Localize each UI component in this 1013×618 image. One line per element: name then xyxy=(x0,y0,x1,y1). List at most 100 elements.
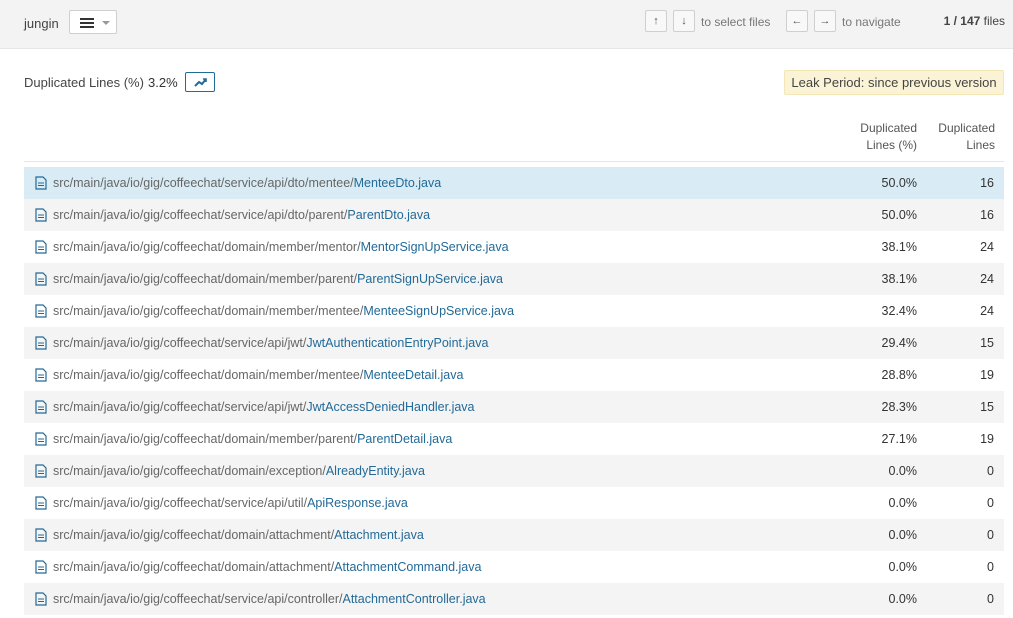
duplicated-lines-pct: 38.1% xyxy=(881,272,917,286)
file-directory: src/main/java/io/gig/coffeechat/domain/m… xyxy=(53,304,364,318)
duplicated-lines-count: 0 xyxy=(987,592,994,606)
duplicated-lines-count: 0 xyxy=(987,560,994,574)
chevron-down-icon xyxy=(102,21,110,25)
column-header-duplicated-lines: Duplicated Lines xyxy=(915,120,995,154)
table-row[interactable]: src/main/java/io/gig/coffeechat/service/… xyxy=(24,327,1004,359)
table-row[interactable]: src/main/java/io/gig/coffeechat/domain/m… xyxy=(24,423,1004,455)
table-row[interactable]: src/main/java/io/gig/coffeechat/domain/e… xyxy=(24,455,1004,487)
table-row[interactable]: src/main/java/io/gig/coffeechat/domain/a… xyxy=(24,551,1004,583)
history-trend-button[interactable] xyxy=(185,72,215,92)
duplicated-lines-pct: 50.0% xyxy=(881,176,917,190)
file-icon xyxy=(35,336,47,350)
file-directory: src/main/java/io/gig/coffeechat/service/… xyxy=(53,176,354,190)
table-row[interactable]: src/main/java/io/gig/coffeechat/service/… xyxy=(24,487,1004,519)
duplicated-lines-pct: 28.8% xyxy=(881,368,917,382)
trend-chart-icon xyxy=(194,78,207,87)
file-name-link[interactable]: MentorSignUpService.java xyxy=(361,240,509,254)
file-name-link[interactable]: JwtAccessDeniedHandler.java xyxy=(306,400,474,414)
file-directory: src/main/java/io/gig/coffeechat/domain/a… xyxy=(53,528,335,542)
file-name-link[interactable]: AttachmentController.java xyxy=(343,592,486,606)
file-path[interactable]: src/main/java/io/gig/coffeechat/service/… xyxy=(53,583,486,615)
file-path[interactable]: src/main/java/io/gig/coffeechat/service/… xyxy=(53,199,430,231)
file-name-link[interactable]: ApiResponse.java xyxy=(307,496,408,510)
file-directory: src/main/java/io/gig/coffeechat/service/… xyxy=(53,400,307,414)
file-path[interactable]: src/main/java/io/gig/coffeechat/service/… xyxy=(53,327,488,359)
duplicated-lines-pct: 0.0% xyxy=(888,528,918,542)
file-path[interactable]: src/main/java/io/gig/coffeechat/service/… xyxy=(53,167,441,199)
table-row[interactable]: src/main/java/io/gig/coffeechat/domain/m… xyxy=(24,295,1004,327)
arrow-down-key[interactable]: ↓ xyxy=(673,10,695,32)
duplicated-lines-count: 24 xyxy=(980,240,994,254)
column-header-line: Duplicated xyxy=(938,121,995,135)
file-name-link[interactable]: JwtAuthenticationEntryPoint.java xyxy=(306,336,488,350)
file-icon xyxy=(35,400,47,414)
file-directory: src/main/java/io/gig/coffeechat/domain/m… xyxy=(53,240,361,254)
files-counter: 1 / 147 files xyxy=(944,14,1005,28)
file-path[interactable]: src/main/java/io/gig/coffeechat/domain/m… xyxy=(53,423,452,455)
file-icon xyxy=(35,368,47,382)
file-name-link[interactable]: AttachmentCommand.java xyxy=(334,560,481,574)
duplicated-lines-count: 15 xyxy=(980,336,994,350)
duplicated-lines-pct: 0.0% xyxy=(888,592,918,606)
file-directory: src/main/java/io/gig/coffeechat/service/… xyxy=(53,336,307,350)
column-header-line: Lines xyxy=(966,138,995,152)
project-name[interactable]: jungin xyxy=(24,16,59,31)
table-row[interactable]: src/main/java/io/gig/coffeechat/service/… xyxy=(24,199,1004,231)
top-bar: jungin ↑ ↓ to select files ← → to naviga… xyxy=(0,0,1013,49)
file-name-link[interactable]: MenteeSignUpService.java xyxy=(363,304,514,318)
column-header-line: Lines (%) xyxy=(866,138,917,152)
duplicated-lines-count: 0 xyxy=(987,464,994,478)
file-directory: src/main/java/io/gig/coffeechat/service/… xyxy=(53,496,308,510)
file-directory: src/main/java/io/gig/coffeechat/domain/e… xyxy=(53,464,326,478)
table-row[interactable]: src/main/java/io/gig/coffeechat/service/… xyxy=(24,167,1004,199)
file-path[interactable]: src/main/java/io/gig/coffeechat/service/… xyxy=(53,391,475,423)
file-name-link[interactable]: ParentDetail.java xyxy=(357,432,452,446)
duplicated-lines-pct: 29.4% xyxy=(881,336,917,350)
column-header-line: Duplicated xyxy=(860,121,917,135)
table-row[interactable]: src/main/java/io/gig/coffeechat/domain/m… xyxy=(24,263,1004,295)
file-path[interactable]: src/main/java/io/gig/coffeechat/domain/m… xyxy=(53,231,509,263)
file-icon xyxy=(35,176,47,190)
file-name-link[interactable]: MenteeDto.java xyxy=(354,176,442,190)
file-name-link[interactable]: Attachment.java xyxy=(334,528,424,542)
file-directory: src/main/java/io/gig/coffeechat/domain/a… xyxy=(53,560,335,574)
file-name-link[interactable]: AlreadyEntity.java xyxy=(326,464,425,478)
table-row[interactable]: src/main/java/io/gig/coffeechat/service/… xyxy=(24,583,1004,615)
file-path[interactable]: src/main/java/io/gig/coffeechat/domain/a… xyxy=(53,519,424,551)
duplicated-lines-count: 19 xyxy=(980,432,994,446)
file-path[interactable]: src/main/java/io/gig/coffeechat/domain/e… xyxy=(53,455,425,487)
table-row[interactable]: src/main/java/io/gig/coffeechat/domain/a… xyxy=(24,519,1004,551)
arrow-up-key[interactable]: ↑ xyxy=(645,10,667,32)
table-row[interactable]: src/main/java/io/gig/coffeechat/domain/m… xyxy=(24,231,1004,263)
duplicated-lines-pct: 32.4% xyxy=(881,304,917,318)
table-row[interactable]: src/main/java/io/gig/coffeechat/domain/m… xyxy=(24,359,1004,391)
file-path[interactable]: src/main/java/io/gig/coffeechat/domain/a… xyxy=(53,551,481,583)
select-files-hint: to select files xyxy=(701,15,771,29)
table-row[interactable]: src/main/java/io/gig/coffeechat/service/… xyxy=(24,391,1004,423)
file-icon xyxy=(35,208,47,222)
arrow-left-key[interactable]: ← xyxy=(786,10,808,32)
file-icon xyxy=(35,464,47,478)
duplicated-lines-pct: 28.3% xyxy=(881,400,917,414)
file-name-link[interactable]: ParentSignUpService.java xyxy=(357,272,503,286)
file-path[interactable]: src/main/java/io/gig/coffeechat/service/… xyxy=(53,487,408,519)
metric-value: 3.2% xyxy=(148,75,178,90)
duplicated-lines-pct: 0.0% xyxy=(888,560,918,574)
duplicated-lines-count: 0 xyxy=(987,496,994,510)
duplicated-lines-pct: 38.1% xyxy=(881,240,917,254)
file-icon xyxy=(35,592,47,606)
file-icon xyxy=(35,432,47,446)
duplicated-lines-pct: 0.0% xyxy=(888,464,918,478)
file-name-link[interactable]: MenteeDetail.java xyxy=(363,368,463,382)
file-directory: src/main/java/io/gig/coffeechat/domain/m… xyxy=(53,432,358,446)
view-mode-select[interactable] xyxy=(69,10,117,34)
file-directory: src/main/java/io/gig/coffeechat/domain/m… xyxy=(53,368,364,382)
file-path[interactable]: src/main/java/io/gig/coffeechat/domain/m… xyxy=(53,295,514,327)
arrow-right-key[interactable]: → xyxy=(814,10,836,32)
duplicated-lines-count: 16 xyxy=(980,176,994,190)
duplicated-lines-count: 16 xyxy=(980,208,994,222)
duplicated-lines-pct: 50.0% xyxy=(881,208,917,222)
file-path[interactable]: src/main/java/io/gig/coffeechat/domain/m… xyxy=(53,359,463,391)
file-name-link[interactable]: ParentDto.java xyxy=(347,208,430,222)
file-path[interactable]: src/main/java/io/gig/coffeechat/domain/m… xyxy=(53,263,503,295)
